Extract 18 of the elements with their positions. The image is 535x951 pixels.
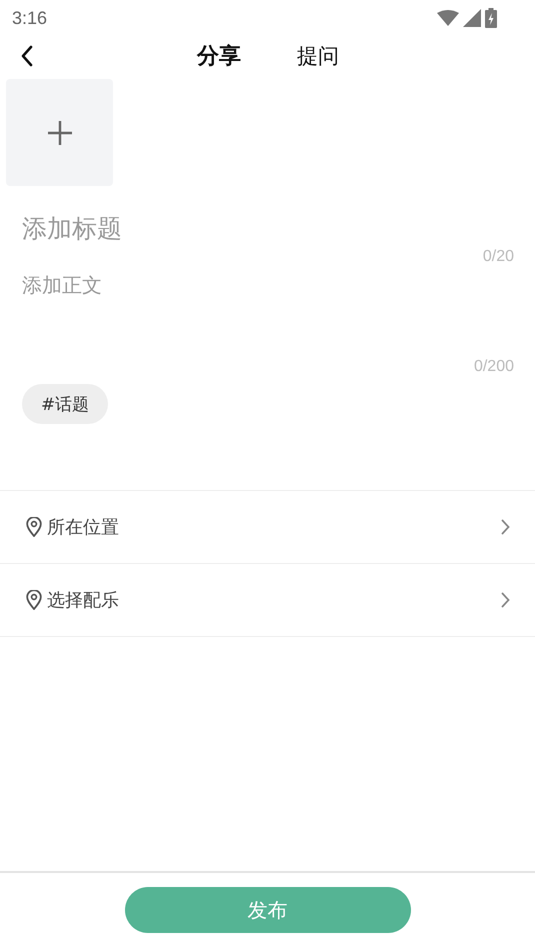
option-row[interactable]: 选择配乐 (0, 564, 535, 637)
option-row[interactable]: 所在位置 (0, 491, 535, 564)
wifi-icon (437, 10, 459, 26)
location-pin-icon (26, 517, 42, 537)
plus-icon (46, 120, 72, 146)
chevron-right-icon (501, 519, 510, 535)
title-counter: 0/20 (482, 248, 514, 266)
signal-icon (463, 9, 481, 27)
tab[interactable]: 提问 (297, 41, 339, 71)
body-counter: 0/200 (474, 358, 514, 376)
status-time: 3:16 (12, 8, 48, 28)
tab[interactable]: 分享 (197, 41, 241, 71)
option-label: 选择配乐 (47, 589, 119, 612)
topic-chip[interactable]: #话题 (22, 384, 108, 424)
battery-icon (485, 8, 497, 28)
option-label: 所在位置 (47, 516, 119, 539)
chevron-right-icon (501, 592, 510, 608)
location-pin-icon (26, 590, 42, 610)
